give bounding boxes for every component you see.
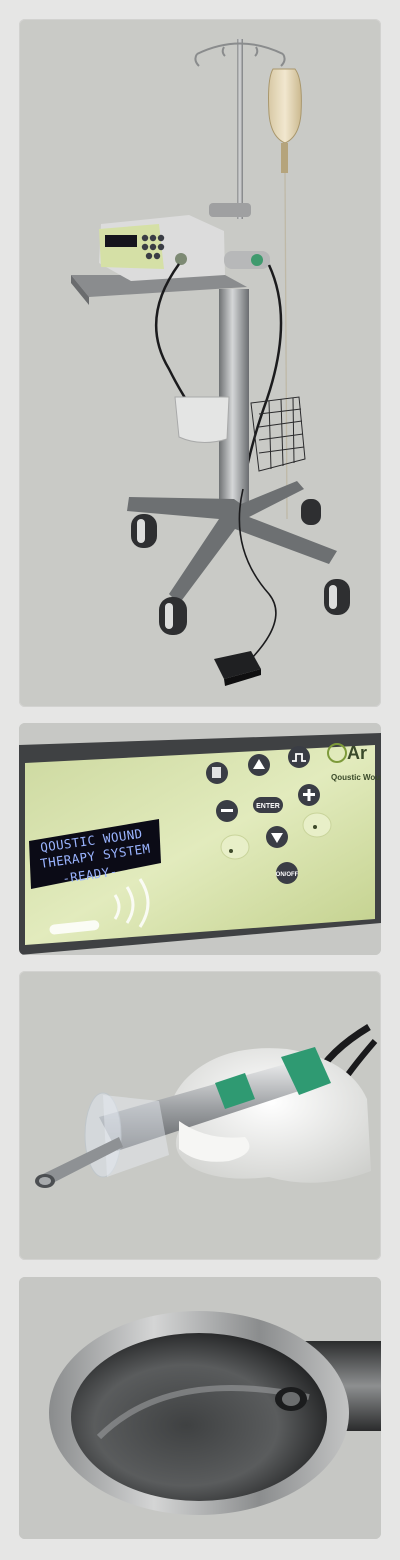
tip-closeup-photo [19, 1277, 381, 1539]
tip-closeup-image [19, 1277, 381, 1539]
handpiece-in-gloved-hand-image [35, 1023, 378, 1188]
power-key-label: ON/OFF [276, 872, 299, 878]
svg-text:Ar: Ar [347, 743, 367, 763]
enter-key-label: ENTER [256, 803, 280, 810]
brand-subtitle: Qoustic Wound [331, 773, 381, 782]
handpiece-photo [19, 971, 381, 1260]
cart-photo [19, 19, 381, 707]
control-panel-image: QOUSTIC WOUND THERAPY SYSTEM -READY- ENT… [19, 723, 381, 955]
control-panel-photo: QOUSTIC WOUND THERAPY SYSTEM -READY- ENT… [19, 723, 381, 955]
pulse-mode-key[interactable] [288, 746, 310, 768]
wound-therapy-cart-image [71, 39, 350, 686]
